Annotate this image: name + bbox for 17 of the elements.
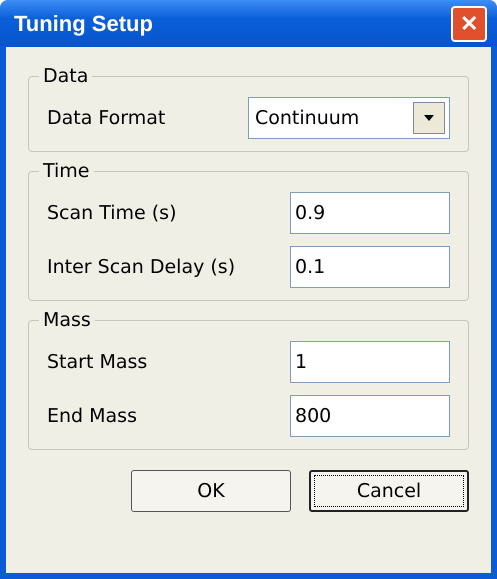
group-title: Time [42, 160, 90, 182]
field-label: Data Format [47, 107, 166, 129]
input-field[interactable]: 0.9 [290, 192, 450, 234]
input-field[interactable]: 800 [290, 395, 450, 437]
close-button[interactable]: ✕ [451, 6, 487, 42]
dialog-button[interactable]: Cancel [309, 470, 469, 512]
dialog-button[interactable]: OK [131, 470, 291, 512]
field-label: Inter Scan Delay (s) [47, 256, 236, 278]
group-title: Mass [42, 309, 92, 331]
field-label: End Mass [47, 405, 137, 427]
group-title: Data [42, 65, 90, 87]
field-label: Scan Time (s) [47, 202, 176, 224]
dropdown[interactable]: Continuum [248, 97, 450, 139]
input-field[interactable]: 0.1 [290, 246, 450, 288]
window-title: Tuning Setup [14, 10, 153, 36]
field-label: Start Mass [47, 351, 148, 373]
input-field[interactable]: 1 [290, 341, 450, 383]
